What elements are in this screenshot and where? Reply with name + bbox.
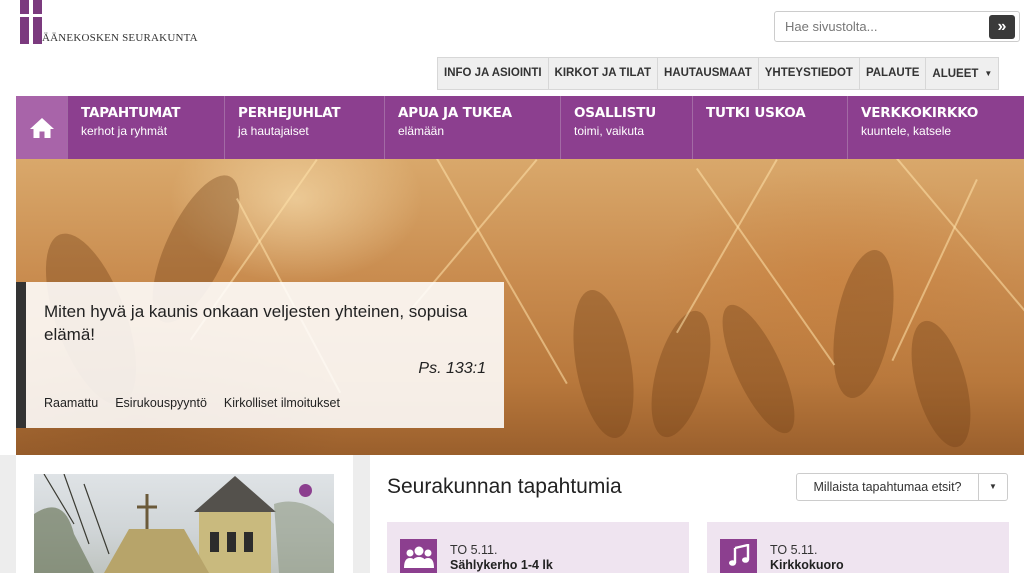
nav-item-web-church[interactable]: VERKKOKIRKKO kuuntele, katsele [847,96,1024,159]
church-photo[interactable] [34,474,334,573]
logo-mark-icon [20,0,42,44]
bible-verse-box: Miten hyvä ja kaunis onkaan veljesten yh… [16,282,504,428]
verse-text: Miten hyvä ja kaunis onkaan veljesten yh… [44,302,468,344]
link-bible[interactable]: Raamattu [44,396,98,410]
link-church-announcements[interactable]: Kirkolliset ilmoitukset [224,396,340,410]
search-box: » [774,11,1020,42]
caret-down-icon: ▼ [984,69,993,78]
nav-item-title: VERKKOKIRKKO [861,105,979,121]
link-prayer-request[interactable]: Esirukouspyyntö [115,396,207,410]
verse-links: Raamattu Esirukouspyyntö Kirkolliset ilm… [44,396,340,410]
church-illustration [34,474,334,573]
nav-item-explore-faith[interactable]: TUTKI USKOA [692,96,847,159]
nav-item-help-support[interactable]: APUA JA TUKEA elämään [384,96,560,159]
nav-item-subtitle: elämään [398,124,445,138]
nav-item-title: TUTKI USKOA [706,105,806,121]
nav-item-events[interactable]: TAPAHTUMAT kerhot ja ryhmät [67,96,224,159]
nav-item-title: PERHEJUHLAT [238,105,341,121]
music-note-icon [720,539,757,573]
carousel-indicator[interactable] [299,484,312,497]
event-date: TO 5.11. [450,543,498,557]
event-name: Kirkkokuoro [770,558,844,572]
search-input[interactable] [775,12,989,41]
main-nav: TAPAHTUMAT kerhot ja ryhmät PERHEJUHLAT … [16,96,1024,159]
home-icon [29,117,54,138]
event-filter-label: Millaista tapahtumaa etsit? [797,474,979,500]
page: ÄÄNEKOSKEN SEURAKUNTA » INFO JA ASIOINTI… [0,0,1024,573]
event-name: Sählykerho 1-4 lk [450,558,553,572]
event-filter-dropdown[interactable]: Millaista tapahtumaa etsit? ▼ [796,473,1008,501]
caret-down-icon: ▼ [989,482,997,491]
nav-item-subtitle: ja hautajaiset [238,124,309,138]
featured-card [16,455,353,573]
utility-item-regions[interactable]: ALUEET ▼ [925,57,1000,90]
logo-text: ÄÄNEKOSKEN SEURAKUNTA [42,32,198,44]
nav-item-subtitle: kuuntele, katsele [861,124,952,138]
utility-item-info[interactable]: INFO JA ASIOINTI [437,57,548,90]
utility-item-feedback[interactable]: PALAUTE [858,57,926,90]
event-item[interactable]: TO 5.11. Sählykerho 1-4 lk [387,522,689,573]
nav-item-participate[interactable]: OSALLISTU toimi, vaikuta [560,96,692,159]
search-button[interactable]: » [989,15,1015,39]
verse-reference: Ps. 133:1 [418,360,486,377]
event-item[interactable]: TO 5.11. Kirkkokuoro [707,522,1009,573]
nav-item-family-celebrations[interactable]: PERHEJUHLAT ja hautajaiset [224,96,384,159]
events-title: Seurakunnan tapahtumia [387,475,622,498]
utility-item-contacts[interactable]: YHTEYSTIEDOT [757,57,859,90]
events-card: Seurakunnan tapahtumia Millaista tapahtu… [370,455,1024,573]
nav-item-subtitle: kerhot ja ryhmät [81,124,168,138]
home-button[interactable] [16,96,67,159]
nav-item-title: TAPAHTUMAT [81,105,181,121]
utility-item-churches[interactable]: KIRKOT JA TILAT [547,57,658,90]
utility-item-regions-label: ALUEET [932,68,979,80]
utility-item-cemeteries[interactable]: HAUTAUSMAAT [657,57,758,90]
group-icon [400,539,437,573]
nav-item-subtitle: toimi, vaikuta [574,124,645,138]
nav-item-title: APUA JA TUKEA [398,105,512,121]
nav-item-title: OSALLISTU [574,105,656,121]
event-date: TO 5.11. [770,543,818,557]
utility-nav: INFO JA ASIOINTI KIRKOT JA TILAT HAUTAUS… [437,57,1000,90]
